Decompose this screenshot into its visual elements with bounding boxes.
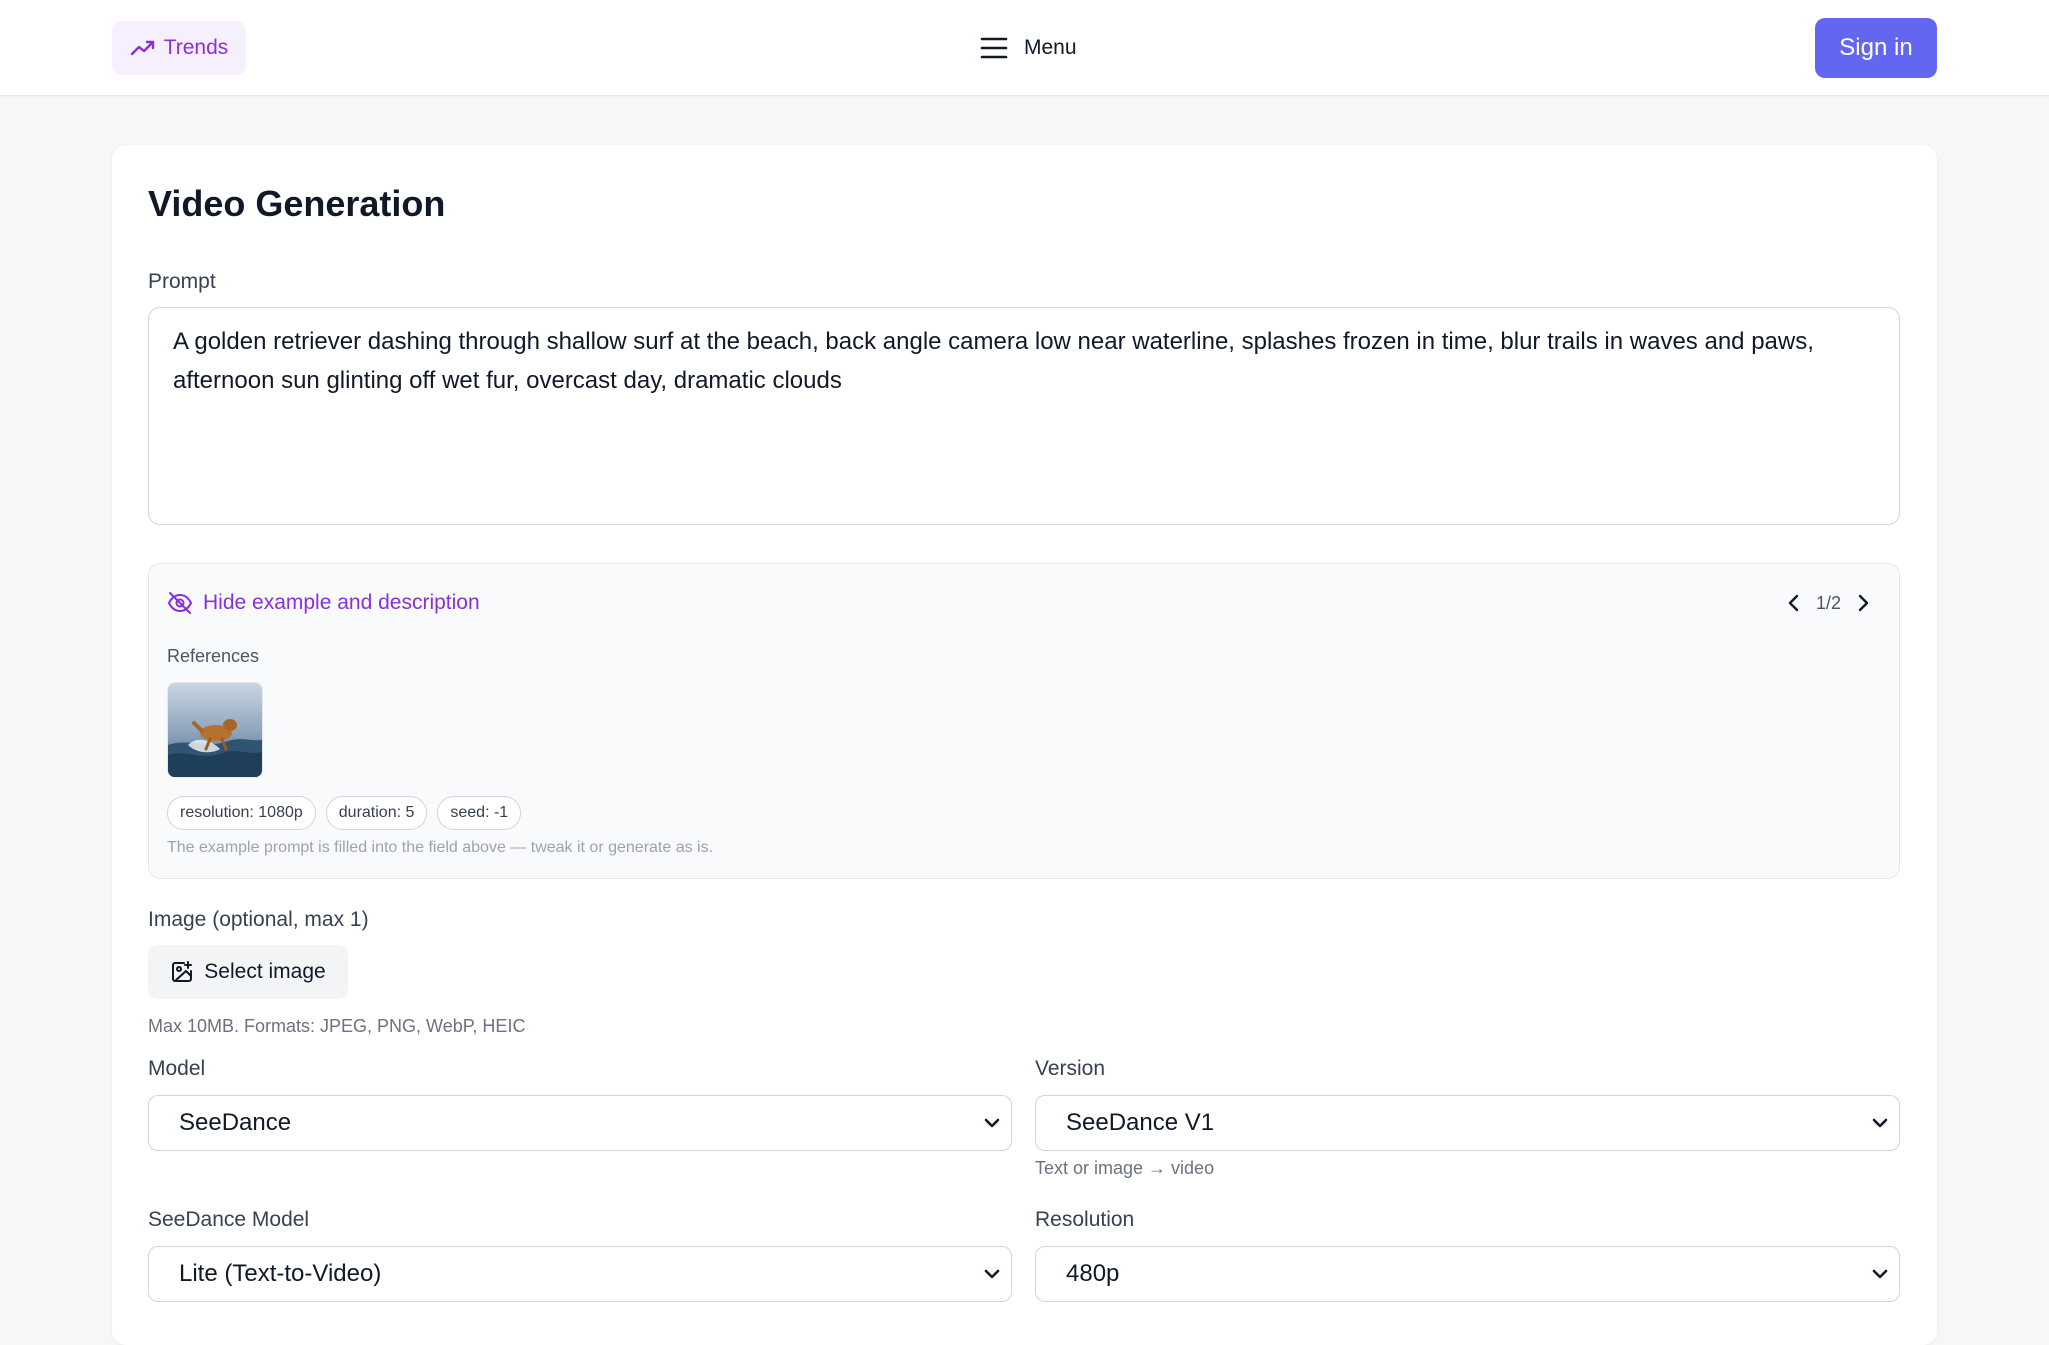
- model-select-value: SeeDance: [179, 1109, 292, 1136]
- prompt-textarea[interactable]: A golden retriever dashing through shall…: [148, 307, 1900, 525]
- prompt-label: Prompt: [148, 270, 216, 293]
- pager-count: 1/2: [1815, 592, 1841, 613]
- example-panel: Hide example and description 1/2 Referen…: [148, 563, 1900, 879]
- model-label: Model: [148, 1057, 206, 1080]
- eye-off-icon: [167, 591, 193, 615]
- reference-image-dog-surf: [168, 683, 262, 777]
- model-select[interactable]: SeeDance: [148, 1095, 1012, 1151]
- chevron-down-icon: [983, 1267, 1001, 1281]
- trends-label: Trends: [163, 36, 229, 59]
- page-title: Video Generation: [148, 183, 446, 224]
- example-pager: 1/2: [1786, 586, 1871, 620]
- menu-button[interactable]: Menu: [980, 28, 1077, 68]
- resolution-select-value: 480p: [1066, 1260, 1120, 1287]
- example-note: The example prompt is filled into the fi…: [167, 839, 714, 856]
- references-label: References: [167, 646, 260, 666]
- image-upload-hint: Max 10MB. Formats: JPEG, PNG, WebP, HEIC: [148, 1016, 526, 1036]
- menu-label: Menu: [1024, 36, 1077, 59]
- top-navbar: Trends Menu Sign in: [0, 0, 2049, 96]
- select-image-label: Select image: [204, 960, 326, 983]
- chevron-left-icon[interactable]: [1786, 593, 1802, 613]
- chevron-down-icon: [1871, 1267, 1889, 1281]
- param-chip-duration: duration: 5: [325, 796, 428, 830]
- reference-thumbnail[interactable]: [167, 682, 263, 778]
- example-params: resolution: 1080p duration: 5 seed: -1: [167, 796, 522, 830]
- trends-button[interactable]: Trends: [112, 21, 246, 75]
- hide-example-toggle[interactable]: Hide example and description: [167, 586, 480, 620]
- chevron-down-icon: [1871, 1116, 1889, 1130]
- hide-example-label: Hide example and description: [203, 591, 480, 614]
- trending-up-icon: [130, 38, 156, 58]
- version-hint: Text or image → video: [1035, 1158, 1215, 1178]
- param-chip-seed: seed: -1: [437, 796, 522, 830]
- chevron-down-icon: [983, 1116, 1001, 1130]
- resolution-select[interactable]: 480p: [1035, 1246, 1900, 1302]
- resolution-label: Resolution: [1035, 1208, 1135, 1231]
- hamburger-icon: [980, 36, 1008, 60]
- seedance-model-select[interactable]: Lite (Text-to-Video): [148, 1246, 1012, 1302]
- version-label: Version: [1035, 1057, 1106, 1080]
- video-generation-card: Video Generation Prompt A golden retriev…: [112, 145, 1937, 1345]
- version-select[interactable]: SeeDance V1: [1035, 1095, 1900, 1151]
- param-chip-resolution: resolution: 1080p: [167, 796, 316, 830]
- version-select-value: SeeDance V1: [1066, 1109, 1215, 1136]
- image-plus-icon: [170, 960, 194, 984]
- select-image-button[interactable]: Select image: [148, 945, 348, 999]
- seedance-model-label: SeeDance Model: [148, 1208, 310, 1231]
- seedance-model-select-value: Lite (Text-to-Video): [179, 1260, 382, 1287]
- sign-in-button[interactable]: Sign in: [1815, 18, 1937, 78]
- chevron-right-icon[interactable]: [1855, 593, 1871, 613]
- image-upload-label: Image (optional, max 1): [148, 908, 369, 931]
